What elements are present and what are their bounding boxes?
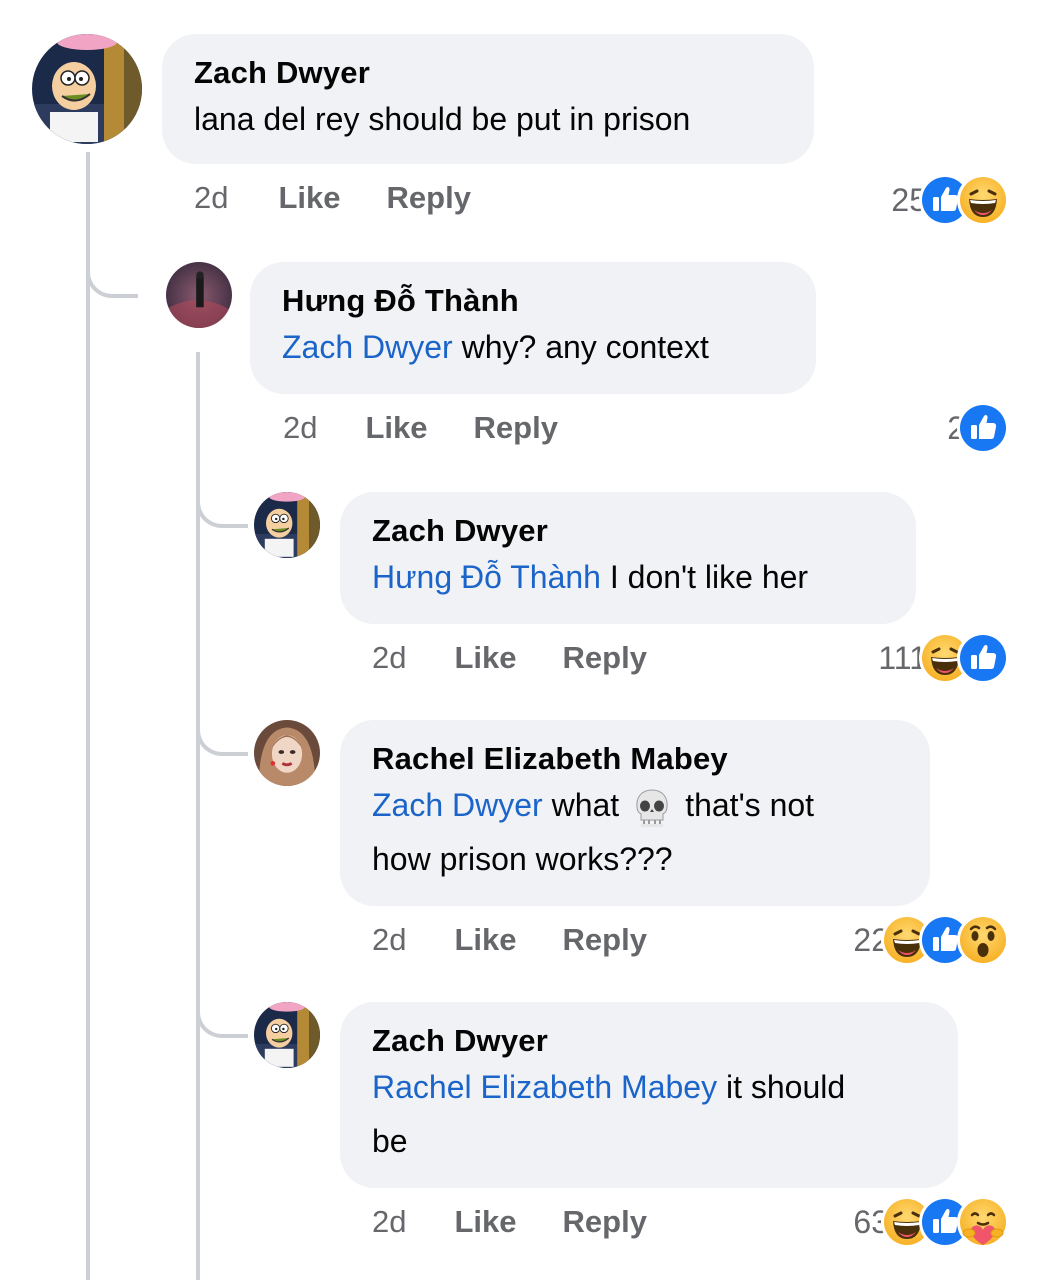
- comment-actions: 2d Like Reply: [372, 922, 647, 958]
- thread-connector: [196, 470, 248, 528]
- reply-button[interactable]: Reply: [563, 922, 647, 958]
- reply-button[interactable]: Reply: [387, 180, 471, 216]
- comment-actions: 2d Like Reply: [372, 640, 647, 676]
- comment-body: how prison works???: [372, 841, 673, 877]
- comment-author[interactable]: Zach Dwyer: [194, 56, 782, 90]
- avatar-image: [254, 720, 320, 786]
- comment-bubble: Hưng Đỗ Thành Zach Dwyer why? any contex…: [250, 262, 816, 394]
- avatar-image: [166, 262, 232, 328]
- avatar-image: [254, 492, 320, 558]
- comment-text: lana del rey should be put in prison: [194, 92, 782, 146]
- comment-bubble: Zach Dwyer lana del rey should be put in…: [162, 34, 814, 164]
- comment-actions: 2d Like Reply: [372, 1204, 647, 1240]
- haha-icon: [957, 174, 1009, 226]
- comment-body: I don't like her: [600, 559, 809, 595]
- comment-actions: 2d Like Reply: [283, 410, 558, 446]
- reply-button[interactable]: Reply: [474, 410, 558, 446]
- avatar[interactable]: [32, 34, 142, 144]
- avatar-image: [254, 1002, 320, 1068]
- comment-body: be: [372, 1123, 408, 1159]
- like-icon: [957, 402, 1009, 454]
- comment-timestamp[interactable]: 2d: [372, 1204, 406, 1240]
- comment-timestamp[interactable]: 2d: [194, 180, 228, 216]
- comment-timestamp[interactable]: 2d: [372, 640, 406, 676]
- reply-button[interactable]: Reply: [563, 640, 647, 676]
- comment-author[interactable]: Hưng Đỗ Thành: [282, 284, 784, 318]
- like-button[interactable]: Like: [454, 1204, 516, 1240]
- care-icon: [957, 1196, 1009, 1248]
- thread-connector: [196, 980, 248, 1038]
- wow-icon: [957, 914, 1009, 966]
- reaction-summary[interactable]: 22: [853, 914, 1009, 966]
- avatar-image: [32, 34, 142, 144]
- avatar[interactable]: [254, 492, 320, 558]
- skull-emoji: [631, 787, 673, 829]
- reaction-summary[interactable]: 111: [878, 632, 1009, 684]
- like-icon: [957, 632, 1009, 684]
- mention-link[interactable]: Zach Dwyer: [372, 787, 543, 823]
- comment-bubble: Zach Dwyer Hưng Đỗ Thành I don't like he…: [340, 492, 916, 624]
- comment-text: Hưng Đỗ Thành I don't like her: [372, 550, 884, 604]
- comment-author[interactable]: Zach Dwyer: [372, 514, 884, 548]
- comment-timestamp[interactable]: 2d: [283, 410, 317, 446]
- comment-body: why? any context: [452, 329, 709, 365]
- comment-bubble: Rachel Elizabeth Mabey Zach Dwyer what th…: [340, 720, 930, 906]
- comment-body: what: [542, 787, 620, 823]
- comment-timestamp[interactable]: 2d: [372, 922, 406, 958]
- like-button[interactable]: Like: [365, 410, 427, 446]
- reaction-summary[interactable]: 63: [853, 1196, 1009, 1248]
- avatar[interactable]: [254, 720, 320, 786]
- thread-connector: [86, 240, 138, 298]
- like-button[interactable]: Like: [278, 180, 340, 216]
- comment-text: Zach Dwyer why? any context: [282, 320, 784, 374]
- avatar[interactable]: [254, 1002, 320, 1068]
- like-button[interactable]: Like: [454, 922, 516, 958]
- avatar[interactable]: [166, 262, 232, 328]
- thread-connector: [196, 698, 248, 756]
- reply-button[interactable]: Reply: [563, 1204, 647, 1240]
- reaction-summary[interactable]: 2: [947, 402, 1009, 454]
- thread-line-main: [86, 152, 90, 1280]
- comment-bubble: Zach Dwyer Rachel Elizabeth Mabey it sho…: [340, 1002, 958, 1188]
- comment-body: it should: [717, 1069, 846, 1105]
- mention-link[interactable]: Hưng Đỗ Thành: [372, 559, 601, 595]
- comment-text: Rachel Elizabeth Mabey it should be: [372, 1060, 926, 1168]
- mention-link[interactable]: Zach Dwyer: [282, 329, 453, 365]
- comment-body: that's not: [685, 787, 815, 823]
- mention-link[interactable]: Rachel Elizabeth Mabey: [372, 1069, 717, 1105]
- comment-text: Zach Dwyer what that's not how prison work…: [372, 778, 898, 886]
- comment-author[interactable]: Rachel Elizabeth Mabey: [372, 742, 898, 776]
- comment-body: lana del rey should be put in prison: [194, 101, 691, 137]
- comment-actions: 2d Like Reply: [194, 180, 471, 216]
- reaction-summary[interactable]: 25: [891, 174, 1009, 226]
- like-button[interactable]: Like: [454, 640, 516, 676]
- comment-author[interactable]: Zach Dwyer: [372, 1024, 926, 1058]
